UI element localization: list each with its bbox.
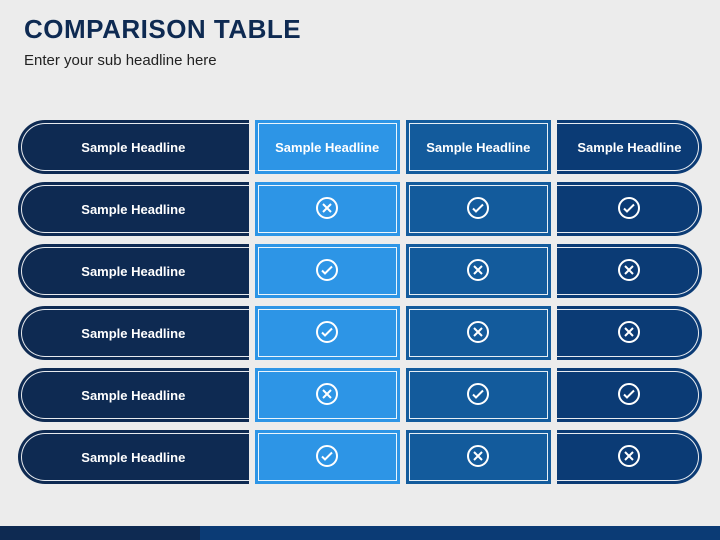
x-icon [466, 320, 490, 347]
value-cell [255, 368, 400, 422]
x-icon [617, 320, 641, 347]
value-cell [557, 182, 702, 236]
value-cell [406, 430, 551, 484]
value-cell [557, 368, 702, 422]
check-icon [617, 196, 641, 223]
row-label-cell: Sample Headline [18, 430, 249, 484]
value-cell [406, 182, 551, 236]
value-cell [255, 306, 400, 360]
x-icon [315, 196, 339, 223]
header-cell-feature: Sample Headline [18, 120, 249, 174]
row-label-cell: Sample Headline [18, 244, 249, 298]
x-icon [617, 444, 641, 471]
check-icon [315, 444, 339, 471]
slide: COMPARISON TABLE Enter your sub headline… [0, 0, 720, 540]
row-label: Sample Headline [81, 326, 185, 341]
footer-stripe [0, 526, 200, 540]
check-icon [617, 382, 641, 409]
header-label: Sample Headline [81, 140, 185, 155]
table-row: Sample Headline [18, 368, 702, 422]
row-label-cell: Sample Headline [18, 368, 249, 422]
x-icon [315, 382, 339, 409]
row-label: Sample Headline [81, 450, 185, 465]
footer-bar [0, 526, 720, 540]
check-icon [466, 382, 490, 409]
value-cell [406, 244, 551, 298]
table-header-row: Sample Headline Sample Headline Sample H… [18, 120, 702, 174]
row-label-cell: Sample Headline [18, 182, 249, 236]
value-cell [255, 182, 400, 236]
x-icon [466, 444, 490, 471]
x-icon [466, 258, 490, 285]
table-row: Sample Headline [18, 430, 702, 484]
header-cell-plan-2: Sample Headline [406, 120, 551, 174]
value-cell [255, 430, 400, 484]
value-cell [406, 368, 551, 422]
row-label-cell: Sample Headline [18, 306, 249, 360]
x-icon [617, 258, 641, 285]
value-cell [557, 430, 702, 484]
table-row: Sample Headline [18, 244, 702, 298]
table-row: Sample Headline [18, 306, 702, 360]
header-label: Sample Headline [426, 140, 530, 155]
header-label: Sample Headline [577, 140, 681, 155]
comparison-table: Sample Headline Sample Headline Sample H… [18, 120, 702, 492]
header-label: Sample Headline [275, 140, 379, 155]
row-label: Sample Headline [81, 264, 185, 279]
check-icon [315, 320, 339, 347]
value-cell [255, 244, 400, 298]
check-icon [315, 258, 339, 285]
table-row: Sample Headline [18, 182, 702, 236]
row-label: Sample Headline [81, 202, 185, 217]
page-subtitle: Enter your sub headline here [24, 52, 217, 69]
value-cell [557, 306, 702, 360]
value-cell [406, 306, 551, 360]
header-cell-plan-3: Sample Headline [557, 120, 702, 174]
row-label: Sample Headline [81, 388, 185, 403]
check-icon [466, 196, 490, 223]
value-cell [557, 244, 702, 298]
page-title: COMPARISON TABLE [24, 14, 301, 45]
header-cell-plan-1: Sample Headline [255, 120, 400, 174]
